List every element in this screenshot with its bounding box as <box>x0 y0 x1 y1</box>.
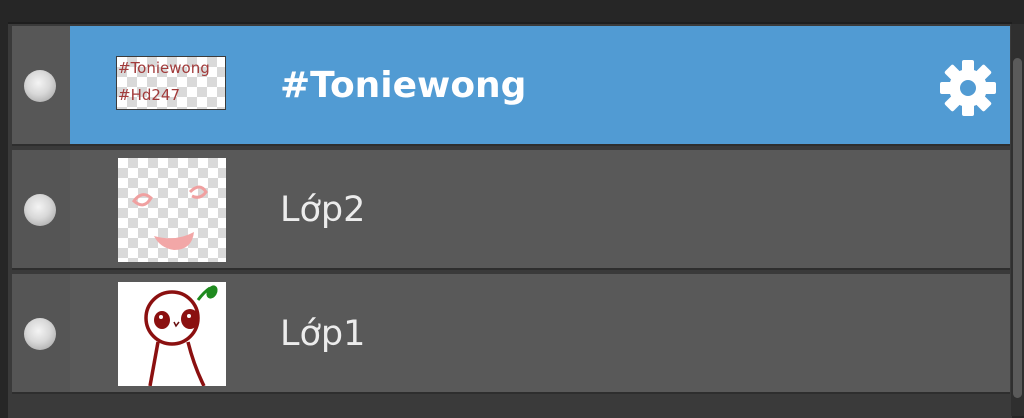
thumbnail-text-line: #Toniewong <box>118 59 210 77</box>
visibility-dot-icon[interactable] <box>24 194 56 226</box>
gear-icon[interactable] <box>938 58 998 118</box>
scrollbar-thumb[interactable] <box>1013 58 1022 398</box>
face-marks-image <box>131 185 208 250</box>
layer-name[interactable]: Lớp2 <box>280 188 365 232</box>
visibility-dot-icon[interactable] <box>24 318 56 350</box>
layer-thumbnail <box>118 158 226 262</box>
layer-name[interactable]: #Toniewong <box>280 64 526 108</box>
character-image <box>144 285 218 386</box>
layer-row-lop1[interactable]: Lớp1 <box>12 274 1010 394</box>
layer-thumbnail: #Toniewong #Hd247 <box>116 56 226 110</box>
layer-row-lop2[interactable]: Lớp2 <box>12 150 1010 270</box>
layer-thumbnail <box>118 282 226 386</box>
thumbnail-text-line: #Hd247 <box>118 86 180 104</box>
visibility-dot-icon[interactable] <box>24 70 56 102</box>
layer-row-toniewong[interactable]: #Toniewong #Hd247 #Toniewong <box>12 26 1010 146</box>
layer-name[interactable]: Lớp1 <box>280 312 365 356</box>
